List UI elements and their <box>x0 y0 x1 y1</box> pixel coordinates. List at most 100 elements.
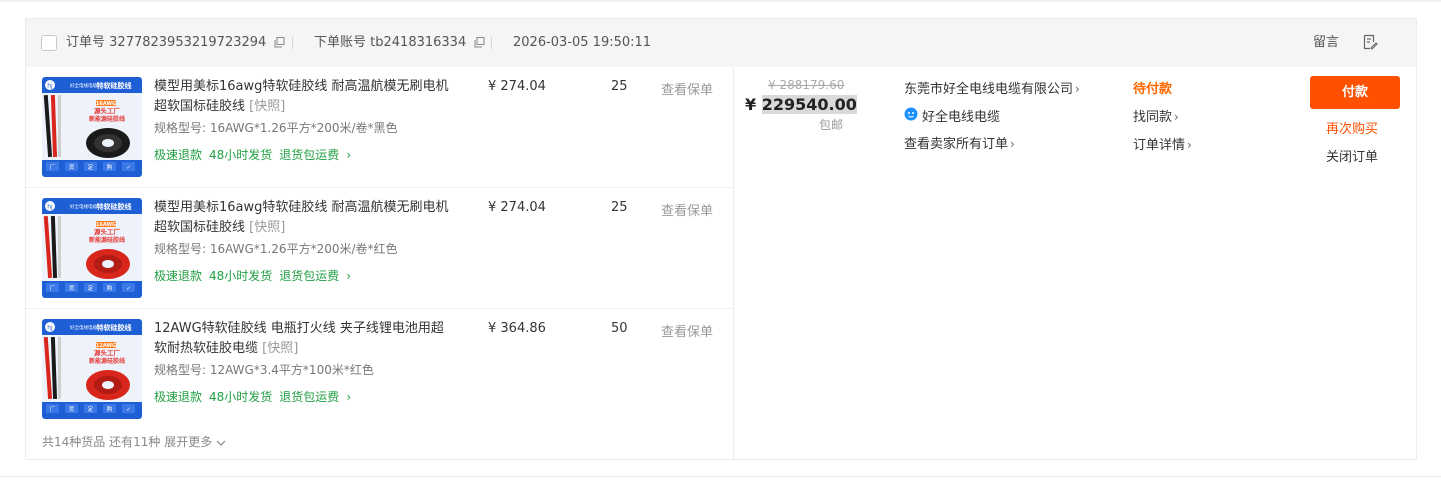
order-detail-label: 订单详情 <box>1133 138 1186 153</box>
currency-symbol: ¥ <box>745 95 757 114</box>
thumb-badge: 定 <box>88 284 94 292</box>
service-tags[interactable]: 极速退款 48小时发货 退货包运费 › <box>154 146 358 163</box>
thumb-badge: 购 <box>107 284 113 292</box>
copy-icon[interactable] <box>274 37 285 48</box>
product-thumbnail[interactable]: hj 好全电线电缆 特软硅胶线 16AWG 源头工厂 新能源硅胶线 厂 货 定 … <box>42 77 142 177</box>
more-items[interactable]: 共14种货品 还有11种 展开更多 <box>42 433 226 450</box>
thumb-line1: 源头工厂 <box>94 348 121 357</box>
service-tags[interactable]: 极速退款 48小时发货 退货包运费 › <box>154 388 358 405</box>
thumb-brand: 好全电线电缆 <box>70 82 97 89</box>
chevron-right-icon: › <box>346 269 352 283</box>
product-thumbnail[interactable]: hj 好全电线电缆 特软硅胶线 16AWG 源头工厂 新能源硅胶线 厂 货 定 … <box>42 198 142 298</box>
shipping-note: 包邮 <box>819 118 844 132</box>
thumb-badge: 货 <box>69 405 75 413</box>
svg-text:hj: hj <box>47 83 53 90</box>
service-tag: 48小时发货 <box>209 390 273 404</box>
wangwang-chat-icon[interactable] <box>904 107 918 121</box>
wangwang-contact[interactable]: 好全电线电缆 <box>922 106 1000 125</box>
unit-price: ¥ 364.86 <box>488 321 546 336</box>
thumb-badge: 定 <box>88 405 94 413</box>
thumb-badge: 购 <box>107 163 113 171</box>
thumb-line1: 源头工厂 <box>94 227 121 236</box>
column-divider <box>733 67 734 460</box>
list-item: hj 好全电线电缆 特软硅胶线 16AWG 源头工厂 新能源硅胶线 厂 货 定 … <box>26 188 733 309</box>
product-spec: 规格型号: 12AWG*3.4平方*100米*红色 <box>154 363 374 377</box>
close-order-link[interactable]: 关闭订单 <box>1326 146 1378 165</box>
view-insurance-link[interactable]: 查看保单 <box>661 79 713 98</box>
chevron-right-icon: › <box>1075 82 1080 96</box>
thumb-line1: 源头工厂 <box>94 106 121 115</box>
paid-total-value: 229540.00 <box>761 95 857 114</box>
order-number: 订单号 3277823953219723294 <box>66 34 285 52</box>
order-number-label: 订单号 <box>66 35 106 50</box>
unit-price: ¥ 274.04 <box>488 200 546 215</box>
chevron-right-icon: › <box>1174 110 1179 124</box>
product-title[interactable]: 模型用美标16awg特软硅胶线 耐高温航模无刷电机超软国标硅胶线 [快照] <box>154 198 449 238</box>
service-tag: 退货包运费 <box>279 390 340 404</box>
copy-icon[interactable] <box>474 37 485 48</box>
rebuy-link[interactable]: 再次购买 <box>1326 118 1378 137</box>
thumb-banner: 特软硅胶线 <box>97 81 132 90</box>
order-account-label: 下单账号 <box>314 35 367 50</box>
order-select-checkbox[interactable] <box>41 35 57 51</box>
svg-text:hj: hj <box>47 204 53 211</box>
snapshot-link[interactable]: [快照] <box>249 99 285 114</box>
service-tag: 极速退款 <box>154 269 203 283</box>
original-total: ¥ 288179.60 <box>768 78 845 92</box>
note-icon[interactable] <box>1362 34 1378 50</box>
product-thumbnail[interactable]: hj 好全电线电缆 特软硅胶线 12AWG 源头工厂 新能源硅胶线 厂 货 定 … <box>42 319 142 419</box>
list-item: hj 好全电线电缆 特软硅胶线 12AWG 源头工厂 新能源硅胶线 厂 货 定 … <box>26 309 733 430</box>
thumb-banner: 特软硅胶线 <box>97 202 132 211</box>
order-card: 订单号 3277823953219723294 下单账号 tb241831633… <box>25 18 1417 460</box>
product-spec: 规格型号: 16AWG*1.26平方*200米/卷*黑色 <box>154 121 398 135</box>
order-datetime: 2026-03-05 19:50:11 <box>513 35 652 50</box>
quantity: 50 <box>611 321 628 336</box>
view-insurance-link[interactable]: 查看保单 <box>661 200 713 219</box>
snapshot-link[interactable]: [快照] <box>262 341 298 356</box>
order-status: 待付款 <box>1133 82 1173 97</box>
product-title[interactable]: 12AWG特软硅胶线 电瓶打火线 夹子线锂电池用超软耐热软硅胶电缆 [快照] <box>154 319 449 359</box>
find-similar-label: 找同款 <box>1133 110 1173 125</box>
service-tag: 48小时发货 <box>209 269 273 283</box>
seller-all-orders-link[interactable]: 查看卖家所有订单 › <box>904 133 1015 152</box>
shop-name: 东莞市好全电线电缆有限公司 <box>904 82 1074 97</box>
product-title-text: 12AWG特软硅胶线 电瓶打火线 夹子线锂电池用超软耐热软硅胶电缆 <box>154 321 444 356</box>
leave-message-link[interactable]: 留言 <box>1313 34 1339 52</box>
thumb-badge: 厂 <box>50 285 56 292</box>
thumb-badge: ✓ <box>126 165 131 171</box>
chevron-right-icon: › <box>1187 138 1192 152</box>
chevron-right-icon: › <box>346 390 352 404</box>
order-detail-link[interactable]: 订单详情 › <box>1133 134 1192 153</box>
pay-button[interactable]: 付款 <box>1310 76 1400 109</box>
svg-text:hj: hj <box>47 325 53 332</box>
service-tags[interactable]: 极速退款 48小时发货 退货包运费 › <box>154 267 358 284</box>
quantity: 25 <box>611 200 628 215</box>
paid-total: ¥ 229540.00 <box>745 95 857 114</box>
find-similar-link[interactable]: 找同款 › <box>1133 106 1179 125</box>
thumb-badge: 定 <box>88 163 94 171</box>
service-tag: 极速退款 <box>154 390 203 404</box>
more-items-count: 共14种货品 还有11种 <box>42 435 161 449</box>
shop-name-link[interactable]: 东莞市好全电线电缆有限公司 › <box>904 78 1080 97</box>
thumb-badge: ✓ <box>126 286 131 292</box>
thumb-badge: 厂 <box>50 406 56 413</box>
list-item: hj 好全电线电缆 特软硅胶线 16AWG 源头工厂 新能源硅胶线 厂 货 定 … <box>26 67 733 188</box>
product-title-text: 模型用美标16awg特软硅胶线 耐高温航模无刷电机超软国标硅胶线 <box>154 79 449 114</box>
header-separator <box>292 37 293 49</box>
order-number-value: 3277823953219723294 <box>109 35 267 50</box>
thumb-line2: 新能源硅胶线 <box>89 236 125 244</box>
header-separator <box>491 37 492 49</box>
thumb-badge: 货 <box>69 284 75 292</box>
page-top-divider <box>0 0 1441 2</box>
product-title[interactable]: 模型用美标16awg特软硅胶线 耐高温航模无刷电机超软国标硅胶线 [快照] <box>154 77 449 117</box>
thumb-brand: 好全电线电缆 <box>70 203 97 210</box>
snapshot-link[interactable]: [快照] <box>249 220 285 235</box>
expand-more-link[interactable]: 展开更多 <box>164 435 212 449</box>
view-insurance-link[interactable]: 查看保单 <box>661 321 713 340</box>
chevron-down-icon <box>216 440 226 446</box>
unit-price: ¥ 274.04 <box>488 79 546 94</box>
service-tag: 退货包运费 <box>279 148 340 162</box>
thumb-badge: 厂 <box>50 164 56 171</box>
quantity: 25 <box>611 79 628 94</box>
thumb-line2: 新能源硅胶线 <box>89 357 125 365</box>
